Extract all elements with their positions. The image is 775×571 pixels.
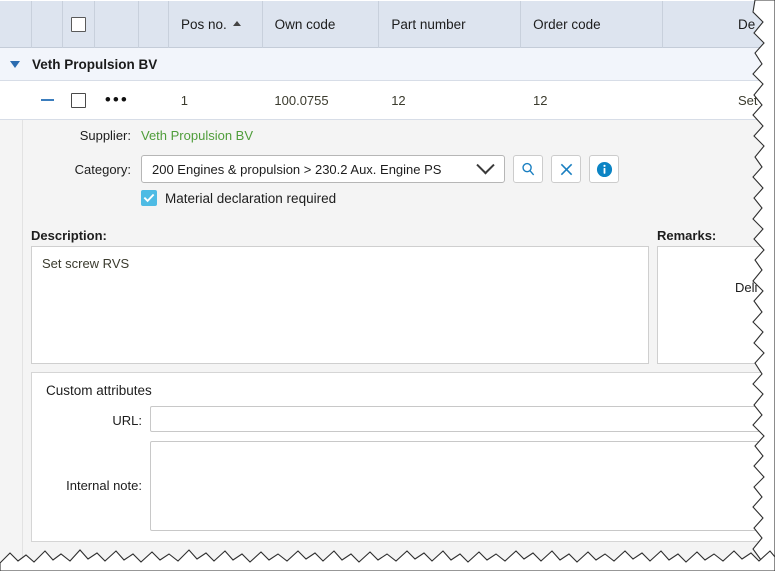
row-cell-order-code: 12 [533,92,548,108]
header-label-pos-no: Pos no. [181,16,227,32]
header-cell-spacer-1 [0,0,32,48]
detail-panel-content: Supplier: Veth Propulsion BV Category: 2… [22,120,775,571]
header-cell-select-all[interactable] [63,0,95,48]
row-expand-toggle[interactable] [32,81,64,119]
header-cell-description[interactable] [663,1,775,48]
row-cell-own-code: 100.0755 [274,92,329,108]
row-actions-menu[interactable]: ••• [95,81,140,119]
collapse-caret-icon[interactable] [10,60,20,68]
header-cell-spacer-3 [95,0,140,48]
group-row-label: Veth Propulsion BV [32,56,158,72]
row-cell-part-number: 12 [391,92,406,108]
table-row[interactable]: ••• 1 100.0755 12 12 [0,81,775,120]
header-label-own-code: Own code [274,16,336,32]
row-cell-select[interactable] [63,81,95,119]
url-input[interactable] [150,406,775,432]
material-declaration-field[interactable]: Material declaration required [23,190,336,206]
category-select[interactable]: 200 Engines & propulsion > 230.2 Aux. En… [141,155,505,183]
row-cell-spacer-2 [139,81,169,119]
internal-note-input[interactable] [150,441,775,531]
cut-off-delivery-label: Deli [735,280,758,295]
row-cell-description [663,81,775,119]
info-icon [596,161,612,177]
chevron-down-icon[interactable] [476,155,495,174]
category-field: Category: 200 Engines & propulsion > 230… [23,155,619,183]
header-cell-order-code[interactable]: Order code [521,0,663,48]
sort-ascending-icon [232,20,241,26]
header-label-order-code: Order code [533,16,601,32]
category-clear-button[interactable] [551,155,581,183]
material-declaration-label: Material declaration required [165,190,337,206]
header-cell-spacer-2 [32,0,64,48]
category-search-button[interactable] [513,155,543,183]
header-label-part-number: Part number [391,16,466,32]
part-detail-screen: Pos no. Own code Part number Order code … [0,0,775,571]
cut-off-description-header: De [738,17,756,32]
grid-header-row: Pos no. Own code Part number Order code [0,0,775,48]
remarks-label: Remarks: [657,228,717,243]
ellipsis-icon[interactable]: ••• [105,91,129,108]
header-cell-part-number[interactable]: Part number [379,0,522,48]
supplier-field: Supplier: Veth Propulsion BV [23,128,253,143]
description-textarea[interactable]: Set screw RVS [31,246,649,364]
category-label: Category: [74,161,131,177]
category-select-value: 200 Engines & propulsion > 230.2 Aux. En… [152,161,442,177]
internal-note-label: Internal note: [66,478,142,493]
row-select-checkbox[interactable] [71,92,87,108]
minus-icon[interactable] [40,99,54,101]
material-declaration-checkbox[interactable] [141,190,157,206]
remarks-textarea[interactable] [657,246,775,364]
custom-attributes-panel: Custom attributes URL: Internal note: [31,372,775,542]
description-label: Description: [31,228,107,243]
row-cell-spacer-1 [0,81,32,119]
row-cell-pos-no: 1 [180,92,189,108]
supplier-label: Supplier: [79,128,131,143]
cut-off-description-value: Set [738,93,758,108]
select-all-checkbox[interactable] [70,16,86,32]
close-icon [560,163,572,175]
header-cell-spacer-4 [139,0,169,48]
custom-attributes-title: Custom attributes [46,383,152,398]
url-label: URL: [112,413,142,428]
header-cell-pos-no[interactable]: Pos no. [169,0,263,48]
supplier-value: Veth Propulsion BV [141,128,254,143]
category-info-button[interactable] [589,155,619,183]
checkmark-icon [143,193,155,203]
detail-panel: Supplier: Veth Propulsion BV Category: 2… [0,120,775,571]
header-cell-own-code[interactable]: Own code [263,0,380,48]
group-row-supplier[interactable]: Veth Propulsion BV [0,48,775,81]
search-icon [521,162,534,175]
